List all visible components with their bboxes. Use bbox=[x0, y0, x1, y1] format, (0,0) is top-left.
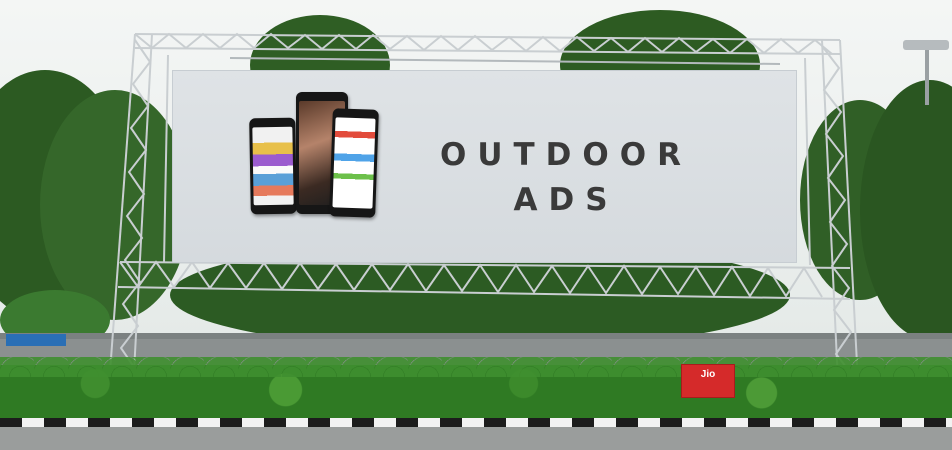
hedge-top bbox=[0, 357, 952, 377]
red-utility-box: Jio bbox=[681, 364, 735, 398]
outdoor-billboard-scene: OUTDOOR ADS Jio bbox=[0, 0, 952, 450]
phone-right-screen bbox=[332, 117, 376, 209]
headline-line-2: ADS bbox=[513, 182, 619, 218]
road bbox=[0, 427, 952, 450]
red-box-logo: Jio bbox=[700, 369, 716, 380]
phone-left-screen bbox=[252, 126, 294, 206]
headline-line-1: OUTDOOR bbox=[440, 137, 692, 173]
phone-left bbox=[249, 117, 297, 215]
phone-right bbox=[329, 108, 379, 218]
billboard-headline: OUTDOOR ADS bbox=[386, 133, 746, 223]
